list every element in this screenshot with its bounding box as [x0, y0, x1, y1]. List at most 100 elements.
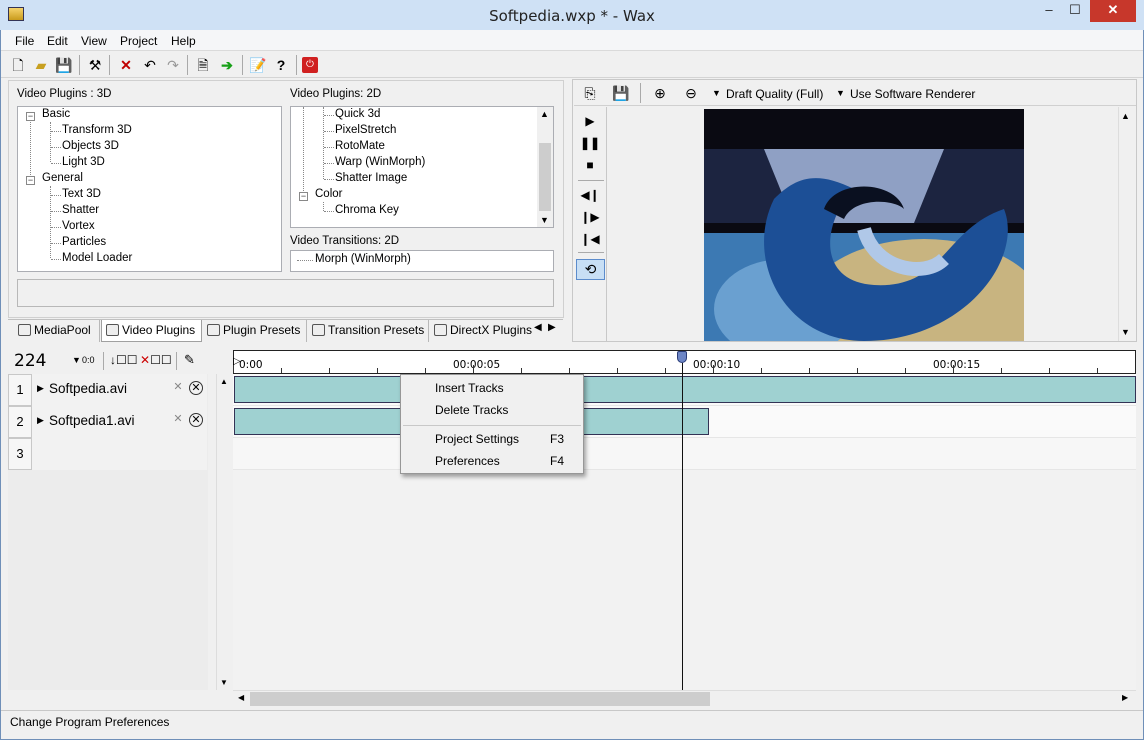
- play-green-arrow-icon[interactable]: ➔: [217, 55, 237, 75]
- scroll-right-icon[interactable]: ▶: [1122, 693, 1128, 702]
- undo-icon[interactable]: ↶: [140, 55, 160, 75]
- collapse-icon[interactable]: −: [299, 192, 308, 201]
- properties-icon[interactable]: 📝: [248, 55, 268, 75]
- tree-group-general[interactable]: General: [42, 172, 83, 184]
- quality-dropdown[interactable]: Draft Quality (Full): [726, 87, 823, 101]
- tree-item[interactable]: Transform 3D: [62, 124, 132, 136]
- edit-track-icon[interactable]: ✎: [184, 352, 195, 368]
- tab-directx-plugins[interactable]: DirectX Plugins: [430, 320, 534, 342]
- scroll-thumb[interactable]: [539, 143, 551, 211]
- remove-track-icon[interactable]: ✕: [189, 413, 203, 427]
- tree-item[interactable]: Shatter Image: [335, 172, 407, 184]
- delete-icon[interactable]: ✕: [116, 55, 136, 75]
- scroll-down-icon[interactable]: ▼: [540, 215, 549, 225]
- menu-item-insert-tracks[interactable]: Insert Tracks: [435, 381, 504, 395]
- insert-track-icon[interactable]: ↓☐☐: [110, 353, 138, 367]
- export-icon[interactable]: 🗎: [193, 55, 213, 75]
- menu-item-project-settings[interactable]: Project Settings: [435, 432, 519, 446]
- zoom-out-icon[interactable]: ⊖: [681, 83, 701, 103]
- menu-item-preferences[interactable]: Preferences: [435, 454, 500, 468]
- mute-icon[interactable]: ✕: [171, 381, 185, 395]
- remove-track-icon[interactable]: ✕: [189, 381, 203, 395]
- chevron-down-icon[interactable]: ▼: [712, 88, 721, 98]
- next-frame-icon[interactable]: ❙▶: [580, 208, 600, 226]
- tab-transition-presets[interactable]: Transition Presets: [308, 320, 429, 342]
- zoom-level[interactable]: 0:0: [82, 355, 95, 365]
- tree-item[interactable]: RotoMate: [335, 140, 385, 152]
- tree-item[interactable]: Chroma Key: [335, 204, 399, 216]
- track-header[interactable]: ▶ Softpedia.avi ✕ ✕: [32, 374, 207, 406]
- transitions-2d-list[interactable]: Morph (WinMorph): [290, 250, 554, 272]
- track-lane[interactable]: [233, 374, 1136, 406]
- preview-vertical-scrollbar[interactable]: [1118, 107, 1134, 341]
- menu-edit[interactable]: Edit: [47, 34, 68, 48]
- help-icon[interactable]: ?: [271, 55, 291, 75]
- tracks-vertical-scrollbar[interactable]: [216, 374, 233, 690]
- tree-item[interactable]: Particles: [62, 236, 106, 248]
- tree-item[interactable]: Light 3D: [62, 156, 105, 168]
- tab-video-plugins[interactable]: Video Plugins: [101, 320, 202, 342]
- hammer-icon[interactable]: ⚒: [85, 55, 105, 75]
- loop-icon[interactable]: ⟲: [576, 259, 605, 280]
- collapse-icon[interactable]: −: [26, 176, 35, 185]
- tab-plugin-presets[interactable]: Plugin Presets: [203, 320, 307, 342]
- menu-file[interactable]: File: [15, 34, 34, 48]
- track-header[interactable]: [32, 438, 207, 470]
- power-icon[interactable]: ⏻: [302, 57, 318, 73]
- track-lane[interactable]: [233, 406, 1136, 438]
- track-lane[interactable]: [233, 438, 1136, 470]
- maximize-button[interactable]: ☐: [1062, 0, 1088, 22]
- scroll-up-icon[interactable]: ▲: [220, 377, 228, 386]
- new-file-icon[interactable]: 🗋: [8, 55, 28, 75]
- mute-icon[interactable]: ✕: [171, 413, 185, 427]
- expand-arrow-icon[interactable]: ▶: [37, 383, 44, 394]
- tree-item[interactable]: Quick 3d: [335, 108, 380, 120]
- save-icon[interactable]: 💾: [54, 55, 74, 75]
- tab-mediapool[interactable]: MediaPool: [14, 320, 100, 342]
- play-icon[interactable]: ▶: [580, 112, 600, 130]
- menu-item-delete-tracks[interactable]: Delete Tracks: [435, 403, 508, 417]
- track-header[interactable]: ▶ Softpedia1.avi ✕ ✕: [32, 406, 207, 438]
- scroll-thumb[interactable]: [250, 692, 710, 706]
- copy-icon[interactable]: ⎘: [580, 83, 600, 103]
- tree-item[interactable]: Model Loader: [62, 252, 132, 264]
- tree-item[interactable]: Warp (WinMorph): [335, 156, 425, 168]
- tree-group-color[interactable]: Color: [315, 188, 342, 200]
- tree-item[interactable]: Objects 3D: [62, 140, 119, 152]
- tree-group-basic[interactable]: Basic: [42, 108, 70, 120]
- scroll-left-icon[interactable]: ◀: [238, 693, 244, 702]
- zoom-dropdown-icon[interactable]: ▼: [72, 355, 81, 365]
- video-clip[interactable]: [234, 376, 1136, 403]
- scroll-up-icon[interactable]: ▲: [540, 109, 549, 119]
- open-folder-icon[interactable]: ▰: [31, 55, 51, 75]
- tree-item[interactable]: Vortex: [62, 220, 95, 232]
- pause-icon[interactable]: ❚❚: [580, 134, 600, 152]
- prev-frame-icon[interactable]: ◀❙: [580, 186, 600, 204]
- save-frame-icon[interactable]: 💾: [611, 83, 631, 103]
- tree-item[interactable]: Shatter: [62, 204, 99, 216]
- go-to-start-icon[interactable]: ❙◀: [580, 230, 600, 248]
- plugins-2d-tree[interactable]: Quick 3d PixelStretch RotoMate Warp (Win…: [290, 106, 554, 228]
- tree-item[interactable]: Text 3D: [62, 188, 101, 200]
- menu-view[interactable]: View: [81, 34, 107, 48]
- zoom-in-icon[interactable]: ⊕: [650, 83, 670, 103]
- menu-help[interactable]: Help: [171, 34, 196, 48]
- playhead-handle[interactable]: [677, 351, 687, 363]
- scroll-up-icon[interactable]: ▲: [1121, 111, 1130, 121]
- stop-icon[interactable]: ■: [580, 156, 600, 174]
- delete-track-icon[interactable]: ✕☐☐: [140, 353, 172, 367]
- scroll-down-icon[interactable]: ▼: [220, 678, 228, 687]
- chevron-down-icon[interactable]: ▼: [836, 88, 845, 98]
- plugins-3d-tree[interactable]: − Basic Transform 3D Objects 3D Light 3D…: [17, 106, 282, 272]
- redo-icon[interactable]: ↷: [163, 55, 183, 75]
- tab-scroll-right-icon[interactable]: ▶: [548, 322, 556, 333]
- menu-project[interactable]: Project: [120, 34, 157, 48]
- tab-scroll-left-icon[interactable]: ◀: [534, 322, 542, 333]
- renderer-dropdown[interactable]: Use Software Renderer: [850, 87, 975, 101]
- tree-item[interactable]: PixelStretch: [335, 124, 396, 136]
- collapse-icon[interactable]: −: [26, 112, 35, 121]
- scroll-down-icon[interactable]: ▼: [1121, 327, 1130, 337]
- minimize-button[interactable]: –: [1036, 0, 1062, 22]
- close-button[interactable]: ✕: [1090, 0, 1136, 22]
- tree-item[interactable]: Morph (WinMorph): [315, 253, 411, 265]
